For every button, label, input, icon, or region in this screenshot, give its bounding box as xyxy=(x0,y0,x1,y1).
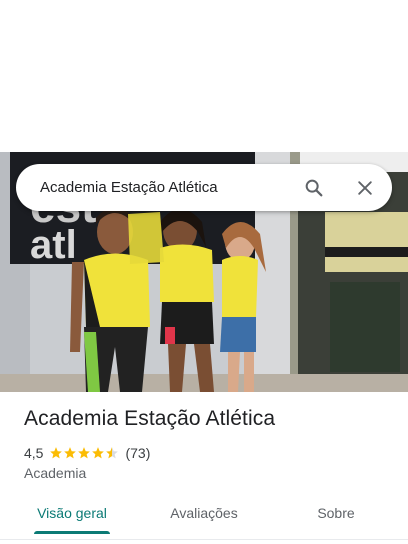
review-count[interactable]: (73) xyxy=(125,445,150,461)
tab-about[interactable]: Sobre xyxy=(306,495,366,531)
blank-top-area xyxy=(0,0,408,152)
rating-value: 4,5 xyxy=(24,445,44,461)
star-icon xyxy=(92,447,105,459)
star-icon xyxy=(78,447,91,459)
tabs-divider xyxy=(0,539,408,540)
tab-reviews[interactable]: Avaliações xyxy=(162,495,246,531)
search-icon xyxy=(305,179,323,197)
sign-text-bottom: atl xyxy=(30,223,77,267)
search-input[interactable]: Academia Estação Atlética xyxy=(40,164,218,211)
place-category: Academia xyxy=(24,465,87,481)
rating-row[interactable]: 4,5 (73) xyxy=(24,444,150,462)
rating-stars xyxy=(49,446,119,460)
place-tabs: Visão geral Avaliações Sobre xyxy=(0,495,408,535)
close-icon xyxy=(358,181,372,195)
tab-overview[interactable]: Visão geral xyxy=(34,495,110,531)
search-bar[interactable]: Academia Estação Atlética xyxy=(16,164,392,211)
place-title: Academia Estação Atlética xyxy=(24,407,276,430)
half-star-icon xyxy=(106,447,119,459)
star-icon xyxy=(50,447,63,459)
active-tab-indicator xyxy=(34,531,110,534)
star-icon xyxy=(64,447,77,459)
close-button[interactable] xyxy=(350,173,380,203)
search-button[interactable] xyxy=(299,173,329,203)
